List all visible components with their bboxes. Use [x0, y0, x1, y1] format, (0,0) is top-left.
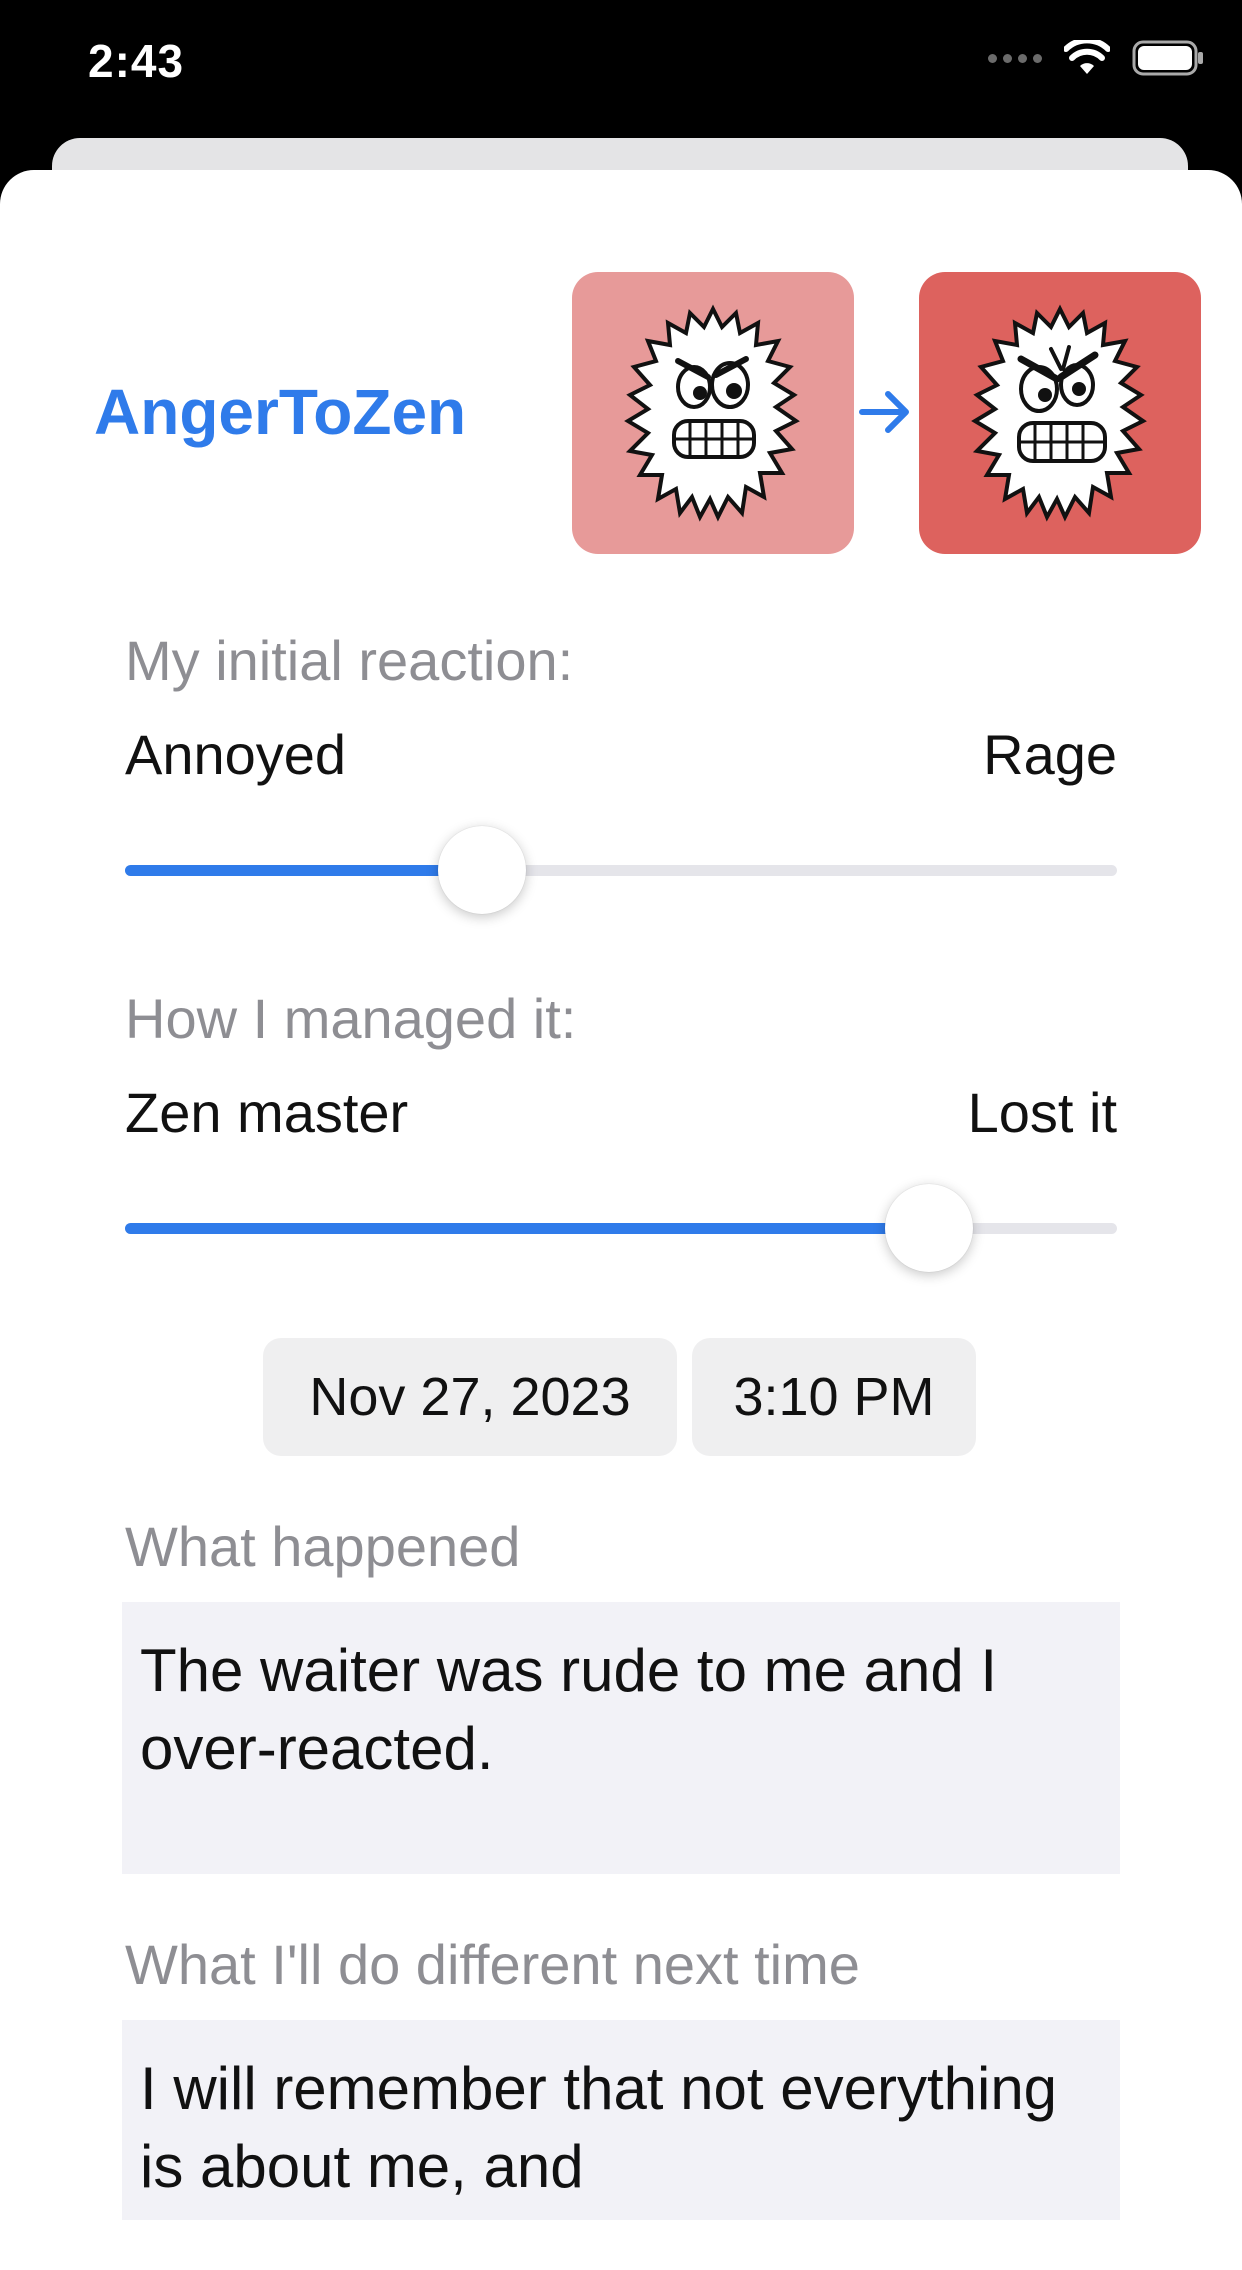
- time-picker-button[interactable]: 3:10 PM: [692, 1338, 976, 1456]
- angry-monster-icon: [624, 304, 800, 522]
- slider-fill: [125, 865, 483, 876]
- date-picker-button[interactable]: Nov 27, 2023: [263, 1338, 677, 1456]
- what-happened-field[interactable]: The waiter was rude to me and I over-rea…: [122, 1602, 1120, 1874]
- slider-thumb[interactable]: [438, 826, 527, 914]
- initial-reaction-monster-image: [572, 272, 854, 554]
- managed-max-label: Lost it: [967, 1081, 1117, 1144]
- initial-reaction-slider[interactable]: [125, 826, 1117, 914]
- initial-reaction-min-label: Annoyed: [125, 723, 347, 786]
- arrow-right-icon: [859, 391, 909, 433]
- next-time-label: What I'll do different next time: [125, 1933, 860, 1996]
- next-time-field[interactable]: I will remember that not everything is a…: [122, 2020, 1120, 2220]
- wifi-icon: [1064, 40, 1110, 74]
- initial-reaction-max-label: Rage: [983, 723, 1117, 786]
- battery-icon: [1132, 40, 1203, 76]
- slider-fill: [125, 1223, 929, 1234]
- initial-reaction-label: My initial reaction:: [125, 629, 574, 692]
- managed-label: How I managed it:: [125, 987, 577, 1050]
- status-time: 2:43: [88, 35, 185, 87]
- app-title: AngerToZen: [94, 376, 467, 448]
- managed-slider[interactable]: [125, 1184, 1117, 1272]
- cellular-signal-icon: [988, 53, 1042, 63]
- status-bar: 2:43: [0, 0, 1242, 140]
- angry-monster-icon: [971, 304, 1147, 522]
- status-icons: [988, 40, 1204, 76]
- slider-thumb[interactable]: [884, 1184, 973, 1272]
- what-happened-label: What happened: [125, 1515, 521, 1578]
- managed-monster-image: [919, 272, 1201, 554]
- managed-min-label: Zen master: [125, 1081, 409, 1144]
